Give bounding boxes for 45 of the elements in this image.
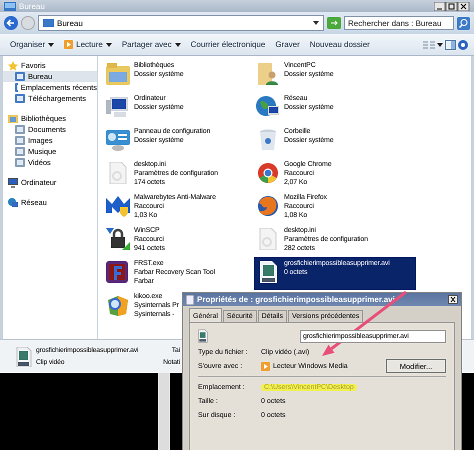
folder-icon — [8, 114, 18, 123]
file-icon — [186, 294, 194, 304]
browser-icon — [256, 162, 280, 184]
window-controls-icon[interactable] — [434, 2, 470, 10]
magnifier-icon — [106, 294, 130, 316]
search-icon[interactable] — [457, 16, 470, 30]
search-field[interactable]: Rechercher dans : Bureau — [344, 16, 454, 30]
window-title: Bureau — [19, 2, 45, 10]
video-file-icon — [198, 329, 208, 343]
preview-pane-icon[interactable] — [445, 40, 456, 50]
address-field[interactable]: Bureau — [38, 15, 324, 31]
video-file-icon — [16, 346, 32, 366]
location-icon — [15, 94, 25, 103]
play-icon — [261, 362, 270, 370]
location-icon — [15, 83, 18, 92]
computer-icon — [106, 96, 130, 118]
star-icon — [8, 60, 18, 70]
scroll-bar[interactable] — [158, 373, 170, 450]
back-icon[interactable] — [4, 16, 18, 30]
help-icon[interactable] — [458, 40, 468, 50]
dialog-title: Propriétés de : grosfichierimpossibleasupprimer.avi — [197, 295, 395, 304]
close-icon[interactable] — [448, 295, 458, 304]
lock-icon — [106, 228, 130, 250]
app-icon — [106, 261, 130, 283]
desktop-icon — [43, 19, 54, 27]
toolbar-button[interactable]: Courrier électronique — [186, 38, 270, 51]
toolbar-button[interactable]: Nouveau dossier — [306, 38, 374, 51]
toolbar-button[interactable]: Partager avec — [118, 38, 185, 51]
control-panel-icon — [106, 129, 130, 151]
user-folder-icon — [256, 63, 280, 85]
desktop-icon — [4, 2, 16, 10]
globe-icon — [256, 96, 280, 118]
dropdown-icon[interactable] — [313, 21, 319, 25]
refresh-icon[interactable] — [327, 17, 341, 29]
toolbar-button[interactable]: Lecture — [60, 38, 116, 51]
play-icon — [64, 40, 74, 49]
toolbar-button[interactable]: Organiser — [6, 38, 58, 51]
folder-icon — [106, 63, 130, 85]
toolbar-button[interactable]: Graver — [271, 38, 304, 51]
dropdown-icon[interactable] — [437, 42, 443, 46]
shield-icon — [106, 195, 130, 217]
computer-icon — [8, 178, 18, 188]
globe-icon — [256, 195, 280, 217]
location-icon — [15, 72, 25, 81]
network-icon — [8, 198, 18, 208]
